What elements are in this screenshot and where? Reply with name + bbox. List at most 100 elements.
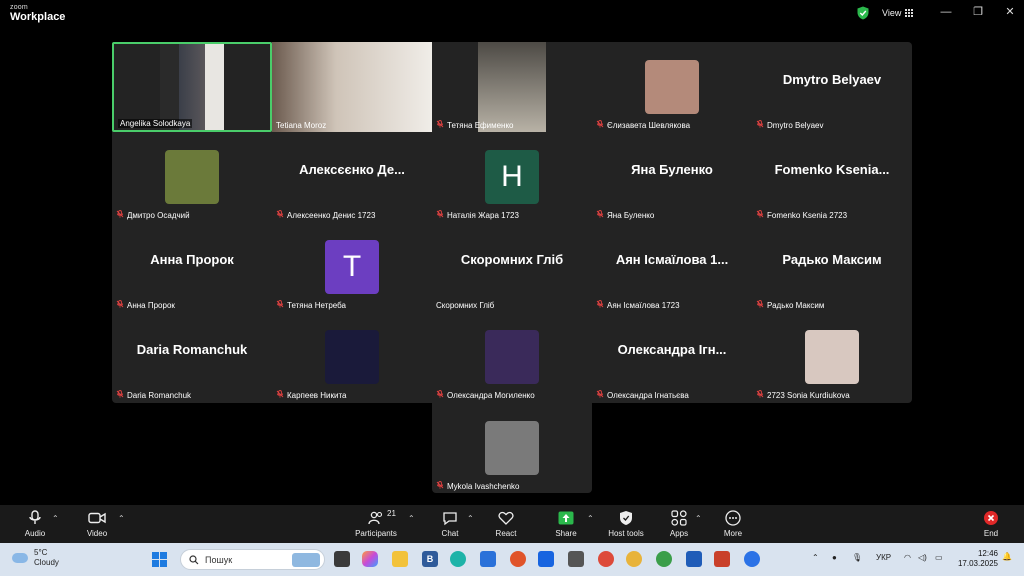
host-tools-shield-icon — [620, 511, 632, 525]
weather-widget[interactable]: 5°C Cloudy — [12, 548, 59, 567]
participant-name-label: Олександра Ігнатьєва — [596, 390, 689, 400]
store-icon[interactable] — [480, 551, 496, 567]
participant-avatar — [165, 150, 219, 204]
volume-icon[interactable]: ◁) — [918, 553, 927, 562]
participant-name: Fomenko Ksenia 2723 — [767, 210, 848, 220]
video-camera-icon — [88, 512, 106, 524]
more-label: More — [723, 529, 743, 538]
zoom-logo: zoom Workplace — [10, 4, 65, 23]
participant-tile[interactable]: Angelika Solodkaya — [112, 42, 272, 132]
participant-video — [160, 44, 224, 130]
participant-tile[interactable]: Daria Romanchuk Daria Romanchuk — [112, 312, 272, 402]
video-label: Video — [86, 529, 108, 538]
participant-avatar — [645, 60, 699, 114]
firefox-icon[interactable] — [510, 551, 526, 567]
zoom-app-icon[interactable] — [744, 551, 760, 567]
participants-button[interactable]: Participants — [346, 509, 406, 538]
participant-tile[interactable]: Яна Буленко Яна Буленко — [592, 132, 752, 222]
chat-options-caret-icon[interactable]: ⌃ — [467, 514, 474, 523]
microphone-icon — [29, 510, 41, 524]
booking-app-icon[interactable]: B — [422, 551, 438, 567]
encryption-shield-icon[interactable] — [856, 6, 870, 20]
edge-browser-icon[interactable] — [450, 551, 466, 567]
participant-tile[interactable]: H Наталія Жара 1723 — [432, 132, 592, 222]
taskbar-clock[interactable]: 12:46 17.03.2025 — [950, 549, 998, 570]
participant-tile[interactable]: Єлизавета Шевлякова — [592, 42, 752, 132]
participant-name-label: Tetiana Moroz — [276, 121, 326, 130]
chat-icon — [443, 511, 457, 525]
participant-tile[interactable]: Аян Ісмаїлова 1... Аян Ісмаїлова 1723 — [592, 222, 752, 312]
muted-microphone-icon — [436, 390, 444, 400]
chrome-icon[interactable] — [598, 551, 614, 567]
participant-tile[interactable]: Олександра Могиленко — [432, 312, 592, 402]
more-button[interactable]: More — [703, 509, 763, 538]
chrome-profile-icon[interactable] — [626, 551, 642, 567]
react-button[interactable]: React — [476, 509, 536, 538]
participant-name-label: 2723 Sonia Kurdiukova — [756, 390, 850, 400]
participant-avatar — [325, 330, 379, 384]
word-icon[interactable] — [686, 551, 702, 567]
notification-bell-icon[interactable]: 🔔 — [1002, 552, 1012, 561]
participant-tile[interactable]: 2723 Sonia Kurdiukova — [752, 312, 912, 402]
restore-icon[interactable]: ❐ — [972, 6, 984, 18]
video-options-caret-icon[interactable]: ⌃ — [118, 514, 125, 523]
share-options-caret-icon[interactable]: ⌃ — [587, 514, 594, 523]
wifi-icon[interactable]: ◠ — [904, 553, 911, 562]
file-explorer-icon[interactable] — [392, 551, 408, 567]
participant-tile[interactable]: Mykola Ivashchenko — [432, 403, 592, 493]
dropbox-icon[interactable] — [538, 551, 554, 567]
participant-tile[interactable]: Fomenko Ksenia... Fomenko Ksenia 2723 — [752, 132, 912, 222]
participant-tile[interactable]: Dmytro Belyaev Dmytro Belyaev — [752, 42, 912, 132]
participant-name: Mykola Ivashchenko — [447, 481, 520, 491]
participants-icon — [368, 511, 383, 525]
participant-name-label: Fomenko Ksenia 2723 — [756, 210, 847, 220]
muted-microphone-icon — [596, 120, 604, 130]
host-tools-button[interactable]: Host tools — [596, 509, 656, 538]
participant-name: Наталія Жара 1723 — [447, 210, 519, 220]
participant-name: Tetiana Moroz — [276, 121, 327, 130]
app-icon[interactable] — [568, 551, 584, 567]
windows-start-icon[interactable] — [152, 552, 167, 567]
participant-tile[interactable]: T Тетяна Нетреба — [272, 222, 432, 312]
end-meeting-button[interactable]: End — [961, 509, 1021, 538]
participant-tile[interactable]: Тетяна Ефименко — [432, 42, 592, 132]
participant-tile[interactable]: Олександра Ігн... Олександра Ігнатьєва — [592, 312, 752, 402]
participant-tile[interactable]: Скоромних Гліб Скоромних Гліб — [432, 222, 592, 312]
copilot-icon[interactable] — [362, 551, 378, 567]
participants-options-caret-icon[interactable]: ⌃ — [408, 514, 415, 523]
muted-microphone-icon — [596, 300, 604, 310]
language-indicator[interactable]: УКР — [876, 553, 891, 562]
participant-display-name: Скоромних Гліб — [460, 252, 564, 267]
task-view-icon[interactable] — [334, 551, 350, 567]
muted-microphone-icon — [756, 120, 764, 130]
participant-name: Daria Romanchuk — [127, 390, 192, 400]
participant-name: Dmytro Belyaev — [767, 120, 824, 130]
participant-avatar — [485, 421, 539, 475]
participant-tile[interactable]: Радько Максим Радько Максим — [752, 222, 912, 312]
participant-tile[interactable]: Tetiana Moroz — [272, 42, 432, 132]
participant-avatar — [805, 330, 859, 384]
participant-tile[interactable]: Алексєєнко Де... Алексеенко Денис 1723 — [272, 132, 432, 222]
muted-microphone-icon — [756, 210, 764, 220]
tray-microphone-icon[interactable]: 🎙 — [852, 553, 862, 562]
chrome-profile-2-icon[interactable] — [656, 551, 672, 567]
tray-overflow-chevron-icon[interactable]: ⌃ — [812, 553, 819, 562]
apps-options-caret-icon[interactable]: ⌃ — [695, 514, 702, 523]
view-button[interactable]: View — [882, 8, 914, 18]
participant-display-name: Dmytro Belyaev — [782, 72, 882, 87]
participant-name: Олександра Могиленко — [447, 390, 535, 400]
participant-name-label: Mykola Ivashchenko — [436, 481, 519, 491]
participant-tile[interactable]: Карпеев Никита — [272, 312, 432, 402]
audio-options-caret-icon[interactable]: ⌃ — [52, 514, 59, 523]
minimize-icon[interactable]: — — [940, 6, 952, 18]
participant-tile[interactable]: Анна Пророк Анна Пророк — [112, 222, 272, 312]
participant-name-label: Яна Буленко — [596, 210, 654, 220]
close-icon[interactable]: ✕ — [1004, 6, 1016, 18]
taskbar-search-box[interactable]: Пошук — [180, 549, 325, 570]
powerpoint-icon[interactable] — [714, 551, 730, 567]
battery-icon[interactable]: ▭ — [935, 553, 943, 562]
participant-tile[interactable]: Дмитро Осадчий — [112, 132, 272, 222]
participant-name: Тетяна Нетреба — [287, 300, 346, 310]
participant-name: Angelika Solodkaya — [120, 119, 191, 128]
tray-app-icon[interactable]: ● — [832, 553, 837, 562]
